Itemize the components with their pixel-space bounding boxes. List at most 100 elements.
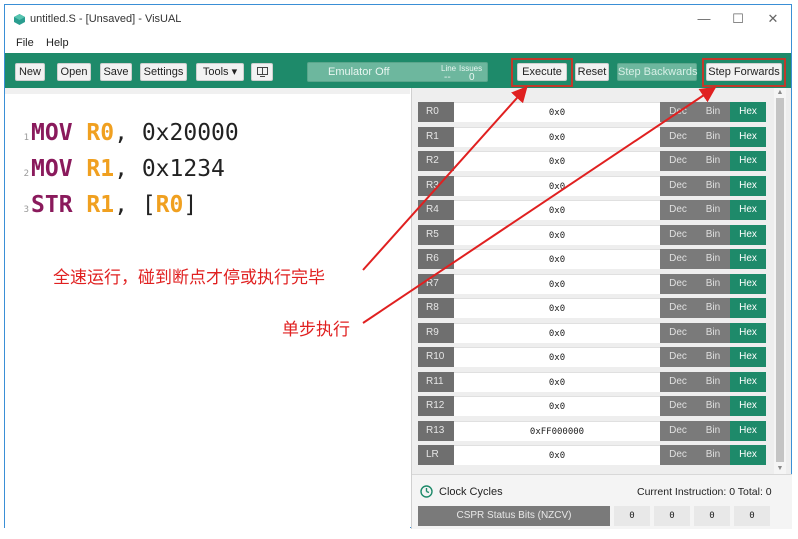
hex-format-button[interactable]: Hex [730, 126, 766, 147]
register-name: R9 [418, 322, 454, 343]
flag-c: 0 [694, 506, 730, 526]
hex-format-button[interactable]: Hex [730, 298, 766, 318]
hex-format-button[interactable]: Hex [730, 347, 766, 367]
register-panel: R0 0x0 Dec Bin Hex R1 0x0 Dec Bin Hex R2 0x0 Dec Bin H… [411, 88, 792, 529]
register-row-r5: R5 0x0 Dec Bin Hex [418, 224, 766, 245]
hex-format-button[interactable]: Hex [730, 102, 766, 122]
dec-format-button[interactable]: Dec [660, 200, 696, 220]
register-value: 0x0 [454, 102, 660, 122]
bin-format-button[interactable]: Bin [696, 322, 730, 343]
close-button[interactable]: ✕ [762, 9, 784, 29]
register-name: R5 [418, 224, 454, 245]
dec-format-button[interactable]: Dec [660, 322, 696, 343]
visual-logo-icon [14, 14, 25, 25]
cpsr-status-label: CSPR Status Bits (NZCV) [418, 506, 610, 526]
hex-format-button[interactable]: Hex [730, 371, 766, 392]
instruction-counter: Current Instruction: 0 Total: 0 [637, 486, 772, 498]
bin-format-button[interactable]: Bin [696, 298, 730, 318]
register-name: R12 [418, 396, 454, 416]
separator: , [114, 120, 142, 146]
register-value: 0x0 [454, 126, 660, 147]
bin-format-button[interactable]: Bin [696, 224, 730, 245]
register-operand: R1 [86, 156, 115, 182]
register-row-r0: R0 0x0 Dec Bin Hex [418, 102, 766, 122]
hex-format-button[interactable]: Hex [730, 200, 766, 220]
layout-toggle-button[interactable] [251, 63, 273, 81]
dec-format-button[interactable]: Dec [660, 347, 696, 367]
bin-format-button[interactable]: Bin [696, 347, 730, 367]
bin-format-button[interactable]: Bin [696, 175, 730, 196]
register-value: 0xFF000000 [454, 420, 660, 441]
save-button[interactable]: Save [100, 63, 132, 81]
hex-format-button[interactable]: Hex [730, 151, 766, 171]
register-name: R1 [418, 126, 454, 147]
bin-format-button[interactable]: Bin [696, 371, 730, 392]
emulator-status-box: Emulator Off Line Issues -- 0 [307, 62, 488, 83]
bin-format-button[interactable]: Bin [696, 126, 730, 147]
hex-format-button[interactable]: Hex [730, 396, 766, 416]
bin-format-button[interactable]: Bin [696, 396, 730, 416]
bin-format-button[interactable]: Bin [696, 200, 730, 220]
register-row-r1: R1 0x0 Dec Bin Hex [418, 126, 766, 147]
bin-format-button[interactable]: Bin [696, 273, 730, 294]
dec-format-button[interactable]: Dec [660, 420, 696, 441]
code-line-2: 2MOV R1, 0x1234 [13, 156, 225, 182]
maximize-button[interactable]: ☐ [727, 9, 749, 29]
separator: , [114, 156, 142, 182]
hex-format-button[interactable]: Hex [730, 322, 766, 343]
step-backwards-button[interactable]: Step Backwards [617, 63, 697, 81]
panel-layout-icon [256, 67, 268, 77]
dec-format-button[interactable]: Dec [660, 371, 696, 392]
settings-button[interactable]: Settings [140, 63, 187, 81]
register-value: 0x0 [454, 347, 660, 367]
dec-format-button[interactable]: Dec [660, 445, 696, 465]
menu-file[interactable]: File [16, 37, 34, 49]
menu-bar: File Help [5, 33, 791, 53]
register-row-r2: R2 0x0 Dec Bin Hex [418, 151, 766, 171]
dec-format-button[interactable]: Dec [660, 273, 696, 294]
dec-format-button[interactable]: Dec [660, 102, 696, 122]
bin-format-button[interactable]: Bin [696, 151, 730, 171]
dec-format-button[interactable]: Dec [660, 126, 696, 147]
scroll-up-icon[interactable]: ▲ [774, 88, 786, 98]
dec-format-button[interactable]: Dec [660, 175, 696, 196]
hex-format-button[interactable]: Hex [730, 273, 766, 294]
dec-format-button[interactable]: Dec [660, 151, 696, 171]
register-name: R7 [418, 273, 454, 294]
bracket-open: [ [141, 192, 156, 218]
scroll-thumb[interactable] [776, 98, 784, 462]
hex-format-button[interactable]: Hex [730, 445, 766, 465]
immediate-operand: 0x1234 [141, 156, 225, 182]
register-row-r4: R4 0x0 Dec Bin Hex [418, 200, 766, 220]
open-button[interactable]: Open [57, 63, 91, 81]
dec-format-button[interactable]: Dec [660, 224, 696, 245]
hex-format-button[interactable]: Hex [730, 175, 766, 196]
hex-format-button[interactable]: Hex [730, 420, 766, 441]
new-button[interactable]: New [15, 63, 45, 81]
register-row-r3: R3 0x0 Dec Bin Hex [418, 175, 766, 196]
bin-format-button[interactable]: Bin [696, 445, 730, 465]
register-value: 0x0 [454, 151, 660, 171]
dec-format-button[interactable]: Dec [660, 298, 696, 318]
register-value: 0x0 [454, 273, 660, 294]
register-scrollbar[interactable]: ▲ ▼ [774, 88, 786, 474]
line-number: 1 [23, 133, 29, 143]
dec-format-button[interactable]: Dec [660, 396, 696, 416]
bracket-close: ] [183, 192, 198, 218]
bin-format-button[interactable]: Bin [696, 102, 730, 122]
tools-dropdown[interactable]: Tools ▾ [196, 63, 244, 81]
emulator-status: Emulator Off [328, 66, 390, 78]
bin-format-button[interactable]: Bin [696, 420, 730, 441]
register-operand: R1 [86, 192, 115, 218]
minimize-button[interactable]: — [693, 9, 715, 29]
bin-format-button[interactable]: Bin [696, 249, 730, 269]
register-value: 0x0 [454, 396, 660, 416]
scroll-down-icon[interactable]: ▼ [774, 464, 786, 474]
hex-format-button[interactable]: Hex [730, 224, 766, 245]
register-name: R3 [418, 175, 454, 196]
code-editor[interactable]: 1MOV R0, 0x20000 2MOV R1, 0x1234 3STR R1… [5, 88, 410, 529]
dec-format-button[interactable]: Dec [660, 249, 696, 269]
hex-format-button[interactable]: Hex [730, 249, 766, 269]
reset-button[interactable]: Reset [575, 63, 609, 81]
menu-help[interactable]: Help [46, 37, 69, 49]
